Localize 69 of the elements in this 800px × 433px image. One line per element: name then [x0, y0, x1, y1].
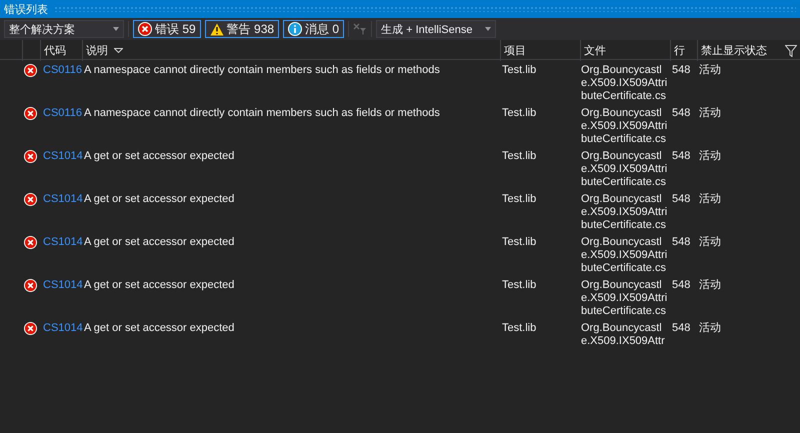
state-text: 活动 [699, 64, 721, 76]
line-number: 548 [672, 236, 690, 248]
file-text: Org.Bouncycastle.X509.IX509AttributeCertificate.cs [580, 64, 668, 103]
description-text: A get or set accessor expected [84, 279, 234, 291]
description-text: A namespace cannot directly contain members such as fields or methods [84, 107, 440, 119]
state-text: 活动 [699, 193, 721, 205]
error-icon [24, 279, 37, 292]
line-number: 548 [672, 193, 690, 205]
line-number: 548 [672, 279, 690, 291]
column-header[interactable]: 行 [674, 43, 685, 58]
error-icon [24, 64, 37, 77]
error-code-link[interactable]: CS1014 [42, 150, 83, 162]
file-text: Org.Bouncycastle.X509.IX509AttributeCertificate.cs [580, 193, 668, 232]
error-code-link[interactable]: CS0116 [42, 64, 82, 76]
error-code-link[interactable]: CS1014 [42, 279, 83, 291]
caret-icon [113, 27, 119, 31]
clear-filter-icon[interactable] [353, 23, 368, 35]
error-icon [24, 322, 37, 335]
scope-dropdown[interactable]: 整个解决方案 [4, 20, 124, 38]
file-text: Org.Bouncycastle.X509.IX509AttributeCertificate.cs [580, 150, 668, 189]
description-text: A namespace cannot directly contain members such as fields or methods [84, 64, 440, 76]
error-icon [24, 107, 37, 120]
file-text: Org.Bouncycastle.X509.IX509Attr [580, 322, 666, 348]
error-code-link[interactable]: CS1014 [42, 322, 83, 334]
column-header[interactable]: 文件 [584, 43, 606, 58]
state-text: 活动 [699, 107, 721, 119]
sort-icon [114, 48, 123, 53]
column-header[interactable]: 项目 [504, 43, 526, 58]
error-icon [24, 150, 37, 163]
column-header[interactable]: 代码 [44, 43, 66, 58]
description-text: A get or set accessor expected [84, 150, 234, 162]
window-title: 错误列表 [4, 2, 48, 16]
state-text: 活动 [699, 236, 721, 248]
project-text: Test.lib [502, 107, 536, 119]
column-header[interactable]: 禁止显示状态 [701, 43, 767, 58]
error-code-link[interactable]: CS1014 [42, 193, 83, 205]
caret-icon [485, 27, 492, 31]
info-filter-button[interactable]: 消息 0 [283, 20, 344, 38]
project-text: Test.lib [502, 322, 536, 334]
line-number: 548 [672, 64, 690, 76]
description-text: A get or set accessor expected [84, 322, 234, 334]
error-icon [138, 22, 152, 36]
description-text: A get or set accessor expected [84, 236, 234, 248]
line-number: 548 [672, 107, 690, 119]
error-filter-button[interactable]: 错误 59 [133, 20, 201, 38]
project-text: Test.lib [502, 150, 536, 162]
project-text: Test.lib [502, 64, 536, 76]
project-text: Test.lib [502, 236, 536, 248]
project-text: Test.lib [502, 193, 536, 205]
file-text: Org.Bouncycastle.X509.IX509AttributeCertificate.cs [580, 236, 668, 275]
error-code-link[interactable]: CS0116 [42, 107, 82, 119]
file-text: Org.Bouncycastle.X509.IX509AttributeCertificate.cs [580, 279, 668, 318]
warning-filter-button[interactable]: 警告 938 [204, 20, 280, 38]
error-icon [24, 236, 37, 249]
column-header[interactable]: 说明 [86, 43, 108, 58]
state-text: 活动 [699, 150, 721, 162]
filter-icon[interactable] [785, 44, 797, 56]
line-number: 548 [672, 150, 690, 162]
state-text: 活动 [699, 279, 721, 291]
warning-icon [210, 22, 224, 36]
line-number: 548 [672, 322, 690, 334]
file-text: Org.Bouncycastle.X509.IX509AttributeCertificate.cs [580, 107, 668, 146]
project-text: Test.lib [502, 279, 536, 291]
info-icon [288, 22, 302, 36]
error-icon [24, 193, 37, 206]
source-dropdown[interactable]: 生成 + IntelliSense [376, 20, 496, 38]
state-text: 活动 [699, 322, 721, 334]
description-text: A get or set accessor expected [84, 193, 234, 205]
error-code-link[interactable]: CS1014 [42, 236, 83, 248]
